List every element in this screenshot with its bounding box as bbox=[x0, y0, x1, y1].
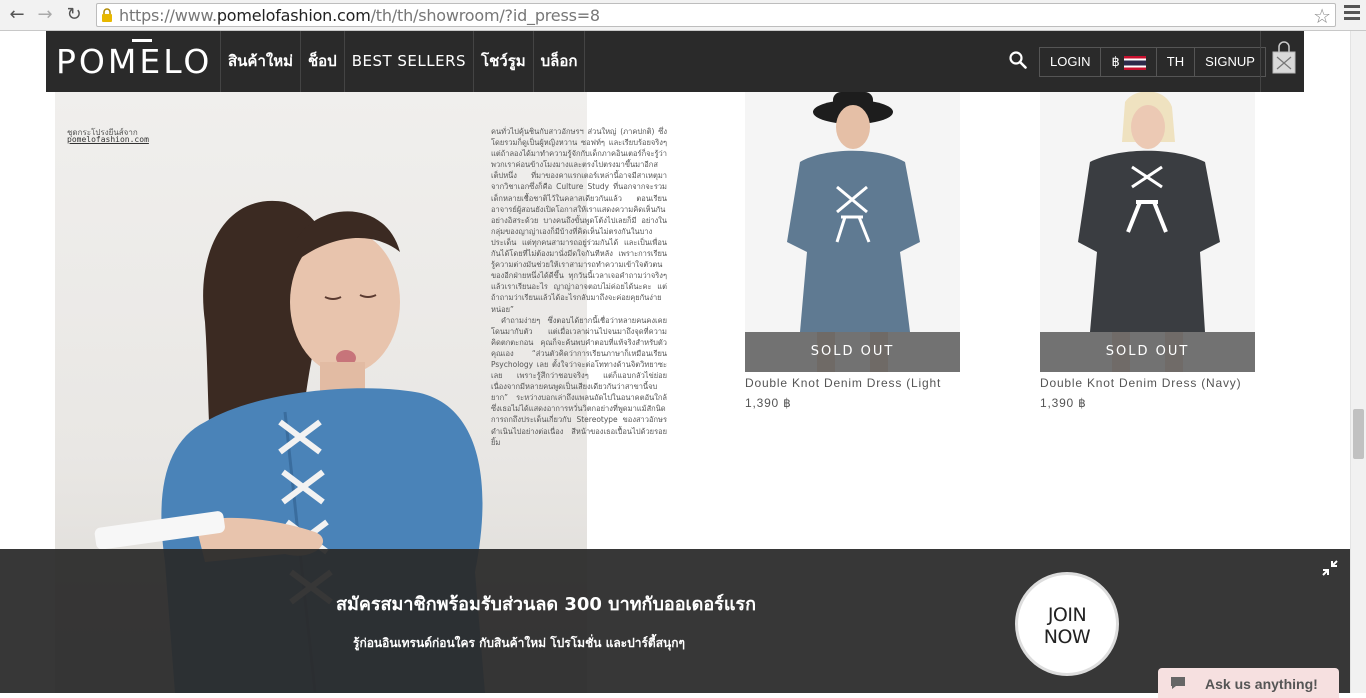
nav-showroom[interactable]: โชว์รูม bbox=[473, 31, 533, 92]
product-price: 1,390 ฿ bbox=[1040, 396, 1087, 410]
signup-button[interactable]: SIGNUP bbox=[1194, 48, 1265, 76]
account-controls: LOGIN ฿ TH SIGNUP bbox=[1039, 47, 1266, 77]
dress-illustration bbox=[787, 92, 920, 372]
browser-menu-icon[interactable] bbox=[1344, 5, 1360, 23]
browser-toolbar: ← → ↻ https://www.pomelofashion.com/th/t… bbox=[0, 0, 1366, 31]
main-nav: สินค้าใหม่ ช็อป BEST SELLERS โชว์รูม บล็… bbox=[220, 31, 586, 92]
back-icon[interactable]: ← bbox=[6, 4, 28, 26]
dress-illustration bbox=[1078, 92, 1220, 372]
chat-label: Ask us anything! bbox=[1205, 676, 1318, 692]
language-selector[interactable]: TH bbox=[1155, 48, 1194, 76]
nav-shop[interactable]: ช็อป bbox=[299, 31, 344, 92]
chat-widget[interactable]: Ask us anything! bbox=[1158, 668, 1339, 698]
product-image[interactable]: SOLD OUT bbox=[1040, 92, 1255, 372]
scrollbar-thumb[interactable] bbox=[1353, 409, 1364, 459]
join-now-button[interactable]: JOIN NOW bbox=[1015, 572, 1119, 676]
signup-banner: สมัครสมาชิกพร้อมรับส่วนลด 300 บาทกับออเด… bbox=[0, 549, 1350, 693]
shopping-bag-icon bbox=[1272, 41, 1296, 74]
address-bar[interactable]: https://www.pomelofashion.com/th/th/show… bbox=[96, 3, 1336, 28]
product-name[interactable]: Double Knot Denim Dress (Light bbox=[745, 376, 960, 390]
search-icon[interactable] bbox=[1009, 51, 1027, 69]
logo[interactable]: POMELO bbox=[56, 42, 212, 81]
product-card[interactable]: SOLD OUT Double Knot Denim Dress (Navy) … bbox=[1040, 92, 1255, 410]
product-image[interactable]: SOLD OUT bbox=[745, 92, 960, 372]
now-label: NOW bbox=[1043, 626, 1091, 648]
forward-icon[interactable]: → bbox=[34, 4, 56, 26]
chat-bubble-icon bbox=[1171, 677, 1185, 689]
collapse-icon[interactable] bbox=[1321, 559, 1339, 577]
page-scrollbar[interactable] bbox=[1350, 31, 1366, 693]
reload-icon[interactable]: ↻ bbox=[63, 4, 85, 26]
bookmark-star-icon[interactable]: ☆ bbox=[1313, 4, 1331, 28]
product-card[interactable]: SOLD OUT Double Knot Denim Dress (Light … bbox=[745, 92, 960, 410]
product-price: 1,390 ฿ bbox=[745, 396, 792, 410]
banner-subtitle: รู้ก่อนอินเทรนด์ก่อนใคร กับสินค้าใหม่ โป… bbox=[353, 636, 685, 650]
header-bar: POMELO สินค้าใหม่ ช็อป BEST SELLERS โชว์… bbox=[46, 31, 1304, 92]
photo-credit-link[interactable]: pomelofashion.com bbox=[67, 135, 149, 144]
join-label: JOIN bbox=[1047, 604, 1087, 626]
sold-out-badge: SOLD OUT bbox=[1040, 332, 1255, 372]
product-name[interactable]: Double Knot Denim Dress (Navy) bbox=[1040, 376, 1255, 390]
site-header: POMELO สินค้าใหม่ ช็อป BEST SELLERS โชว์… bbox=[0, 31, 1350, 92]
cart-button[interactable] bbox=[1260, 31, 1304, 92]
sold-out-badge: SOLD OUT bbox=[745, 332, 960, 372]
thai-flag-icon bbox=[1123, 55, 1146, 70]
currency-selector[interactable]: ฿ bbox=[1100, 48, 1155, 76]
banner-title: สมัครสมาชิกพร้อมรับส่วนลด 300 บาทกับออเด… bbox=[336, 594, 756, 615]
url-text: https://www.pomelofashion.com/th/th/show… bbox=[119, 6, 600, 25]
login-button[interactable]: LOGIN bbox=[1040, 48, 1100, 76]
lock-icon bbox=[102, 8, 112, 22]
article-paragraph: คนทั่วไปคุ้นชินกับสาวอักษรฯ ส่วนใหญ่ (ภา… bbox=[491, 127, 667, 314]
currency-symbol: ฿ bbox=[1111, 54, 1120, 69]
nav-blog[interactable]: บล็อก bbox=[532, 31, 586, 92]
nav-new-arrivals[interactable]: สินค้าใหม่ bbox=[220, 31, 300, 92]
nav-best-sellers[interactable]: BEST SELLERS bbox=[343, 31, 473, 92]
article-paragraph: คำถามง่ายๆ ซึ่งตอบได้ยากนี้เชื่อว่าหลายค… bbox=[491, 315, 667, 447]
